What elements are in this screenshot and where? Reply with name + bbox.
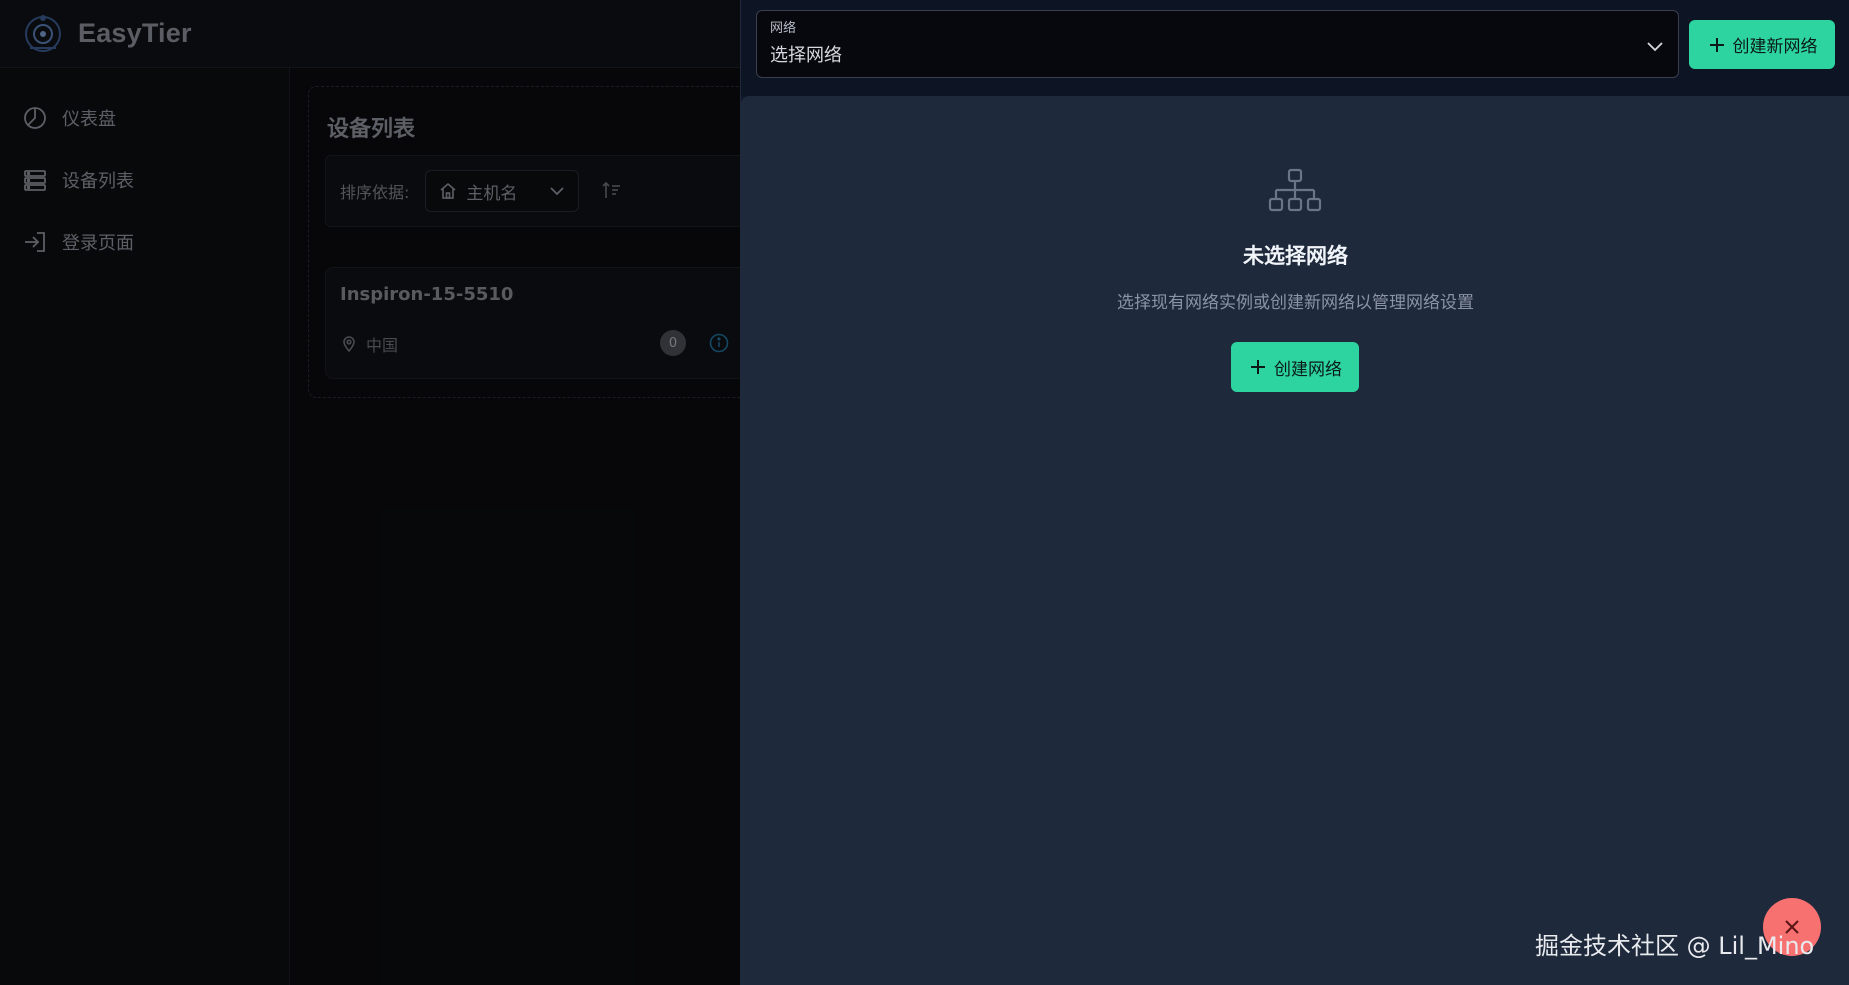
sitemap-icon — [1267, 168, 1323, 218]
create-new-network-label: 创建新网络 — [1732, 37, 1818, 57]
empty-state-title: 未选择网络 — [1243, 244, 1348, 268]
create-network-label: 创建网络 — [1274, 359, 1342, 380]
plus-icon — [1707, 35, 1727, 55]
chevron-down-icon — [1644, 35, 1666, 57]
network-select-value: 选择网络 — [770, 45, 842, 66]
network-select-label: 网络 — [770, 21, 797, 36]
network-select[interactable]: 网络 选择网络 — [756, 10, 1679, 78]
drawer-header: 网络 选择网络 创建新网络 — [741, 0, 1849, 96]
watermark: 掘金技术社区 @ Lil_Mino — [1535, 932, 1815, 960]
create-new-network-button[interactable]: 创建新网络 — [1689, 20, 1835, 69]
drawer-body: 未选择网络 选择现有网络实例或创建新网络以管理网络设置 创建网络 — [741, 96, 1849, 985]
network-drawer: 网络 选择网络 创建新网络 未选择网络 选择现有网络实例或创建新网络以管理网络设… — [740, 0, 1849, 985]
empty-state-description: 选择现有网络实例或创建新网络以管理网络设置 — [1117, 293, 1474, 313]
create-network-button[interactable]: 创建网络 — [1231, 342, 1359, 392]
plus-icon — [1248, 357, 1268, 377]
